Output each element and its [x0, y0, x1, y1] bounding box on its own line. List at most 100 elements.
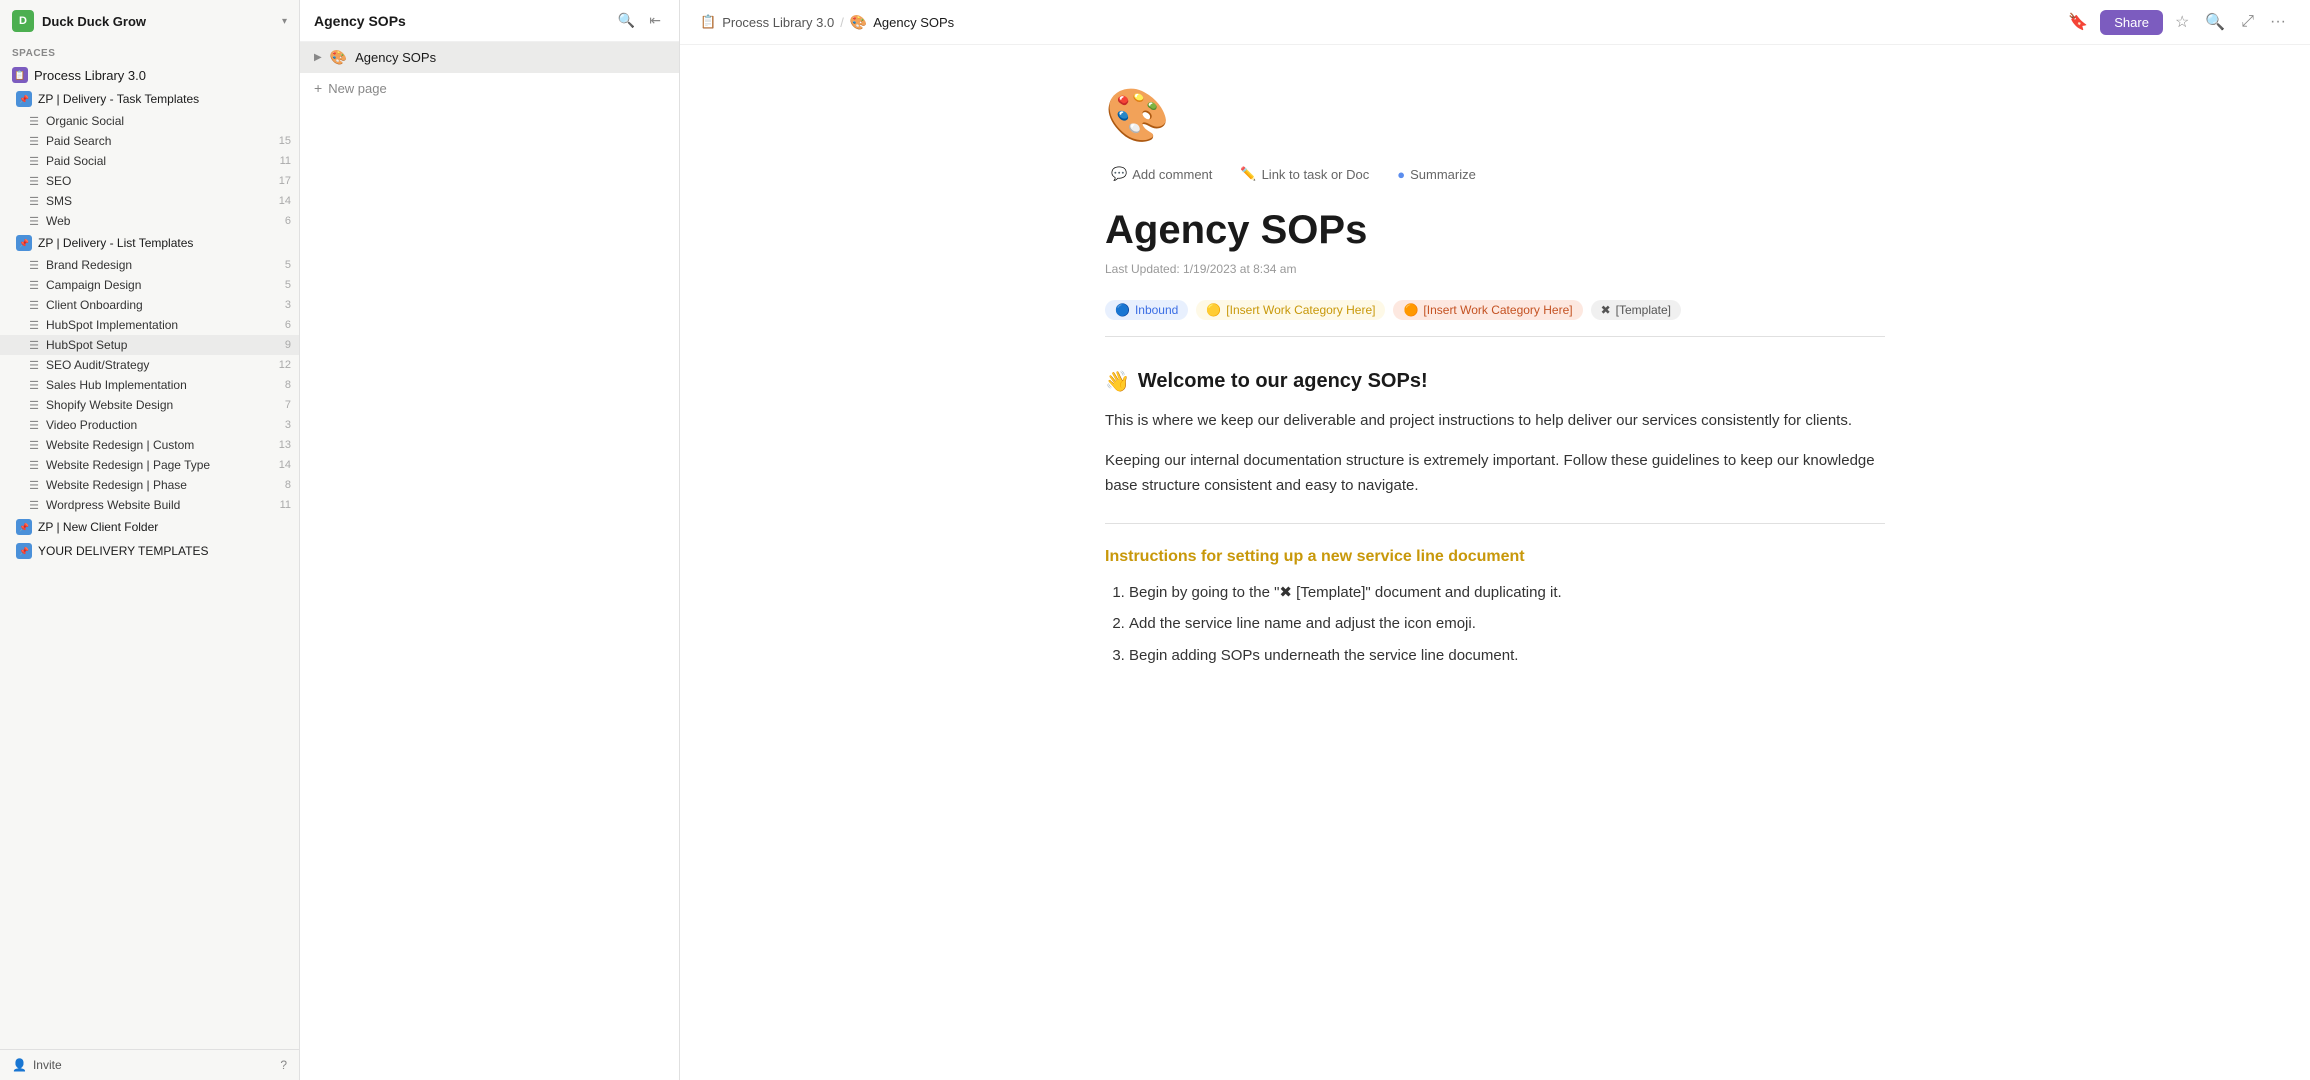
list-item-seo-audit[interactable]: ☰ SEO Audit/Strategy 12 [0, 355, 299, 375]
list-item-website-redesign-page-type[interactable]: ☰ Website Redesign | Page Type 14 [0, 455, 299, 475]
instruction-step-3: Begin adding SOPs underneath the service… [1129, 643, 1885, 669]
new-page-label: New page [328, 81, 387, 96]
tag-label: [Insert Work Category Here] [1423, 303, 1572, 317]
tag-dot-icon: 🔵 [1115, 303, 1130, 317]
share-button[interactable]: Share [2100, 10, 2163, 35]
more-options-icon[interactable]: ··· [2266, 9, 2290, 35]
list-item-sales-hub[interactable]: ☰ Sales Hub Implementation 8 [0, 375, 299, 395]
list-item-brand-redesign[interactable]: ☰ Brand Redesign 5 [0, 255, 299, 275]
workspace-avatar: D [12, 10, 34, 32]
folder-icon: 📌 [16, 519, 32, 535]
paragraph-2: Keeping our internal documentation struc… [1105, 448, 1885, 499]
help-icon[interactable]: ? [280, 1058, 287, 1072]
folder-name: YOUR DELIVERY TEMPLATES [38, 544, 291, 558]
middle-header: Agency SOPs 🔍 ⇤ [300, 0, 679, 42]
list-item-paid-search[interactable]: ☰ Paid Search 15 [0, 131, 299, 151]
middle-header-actions: 🔍 ⇤ [614, 10, 665, 31]
main-content: 📋 Process Library 3.0 / 🎨 Agency SOPs 🔖 … [680, 0, 2310, 1080]
star-icon[interactable]: ☆ [2171, 8, 2193, 36]
list-icon: ☰ [28, 215, 40, 227]
workspace-name: Duck Duck Grow [42, 14, 274, 29]
list-item-website-redesign-phase[interactable]: ☰ Website Redesign | Phase 8 [0, 475, 299, 495]
tag-x-icon: ✖ [1601, 303, 1611, 317]
folder-name: ZP | Delivery - List Templates [38, 236, 291, 250]
tag-inbound[interactable]: 🔵 Inbound [1105, 300, 1188, 320]
list-name: Sales Hub Implementation [46, 378, 279, 392]
list-item-web[interactable]: ☰ Web 6 [0, 211, 299, 231]
list-item-sms[interactable]: ☰ SMS 14 [0, 191, 299, 211]
list-icon: ☰ [28, 299, 40, 311]
collapse-button[interactable]: ⇤ [645, 10, 665, 31]
document-main-emoji: 🎨 [1105, 85, 1885, 146]
list-count: 17 [279, 175, 291, 187]
sidebar-content: 📋 Process Library 3.0 📌 ZP | Delivery - … [0, 63, 299, 1049]
list-name: Client Onboarding [46, 298, 279, 312]
fullscreen-icon[interactable]: ⤢ [2237, 9, 2258, 35]
list-icon: ☰ [28, 359, 40, 371]
folder-name: ZP | Delivery - Task Templates [38, 92, 291, 106]
list-name: Website Redesign | Phase [46, 478, 279, 492]
list-icon: ☰ [28, 339, 40, 351]
list-item-organic-social[interactable]: ☰ Organic Social [0, 111, 299, 131]
search-button[interactable]: 🔍 [614, 10, 639, 31]
chevron-down-icon: ▾ [282, 16, 287, 27]
tag-work-category-1[interactable]: 🟡 [Insert Work Category Here] [1196, 300, 1385, 320]
list-name: HubSpot Setup [46, 338, 279, 352]
breadcrumb-doc-name: Agency SOPs [873, 15, 954, 30]
list-item-campaign-design[interactable]: ☰ Campaign Design 5 [0, 275, 299, 295]
add-comment-button[interactable]: 💬 Add comment [1105, 162, 1218, 186]
list-name: Paid Search [46, 134, 273, 148]
summarize-button[interactable]: ● Summarize [1391, 163, 1482, 186]
list-item-video-production[interactable]: ☰ Video Production 3 [0, 415, 299, 435]
wave-emoji: 👋 [1105, 369, 1130, 394]
list-item-website-redesign-custom[interactable]: ☰ Website Redesign | Custom 13 [0, 435, 299, 455]
list-count: 12 [279, 359, 291, 371]
breadcrumb-doc-emoji: 🎨 [850, 14, 867, 31]
folder-new-client[interactable]: 📌 ZP | New Client Folder [0, 515, 299, 539]
list-icon: ☰ [28, 419, 40, 431]
folder-delivery-templates[interactable]: 📌 YOUR DELIVERY TEMPLATES [0, 539, 299, 563]
tag-label: [Insert Work Category Here] [1226, 303, 1375, 317]
list-name: HubSpot Implementation [46, 318, 279, 332]
list-count: 3 [285, 299, 291, 311]
list-icon: ☰ [28, 135, 40, 147]
folder-delivery-list-templates[interactable]: 📌 ZP | Delivery - List Templates ··· + [0, 231, 299, 255]
plus-icon: + [314, 80, 322, 96]
list-item-seo[interactable]: ☰ SEO 17 [0, 171, 299, 191]
list-item-shopify[interactable]: ☰ Shopify Website Design 7 [0, 395, 299, 415]
doc-item-agency-sops[interactable]: ▶ 🎨 Agency SOPs [300, 42, 679, 73]
person-icon: 👤 [12, 1058, 27, 1072]
link-task-button[interactable]: ✏️ Link to task or Doc [1234, 162, 1375, 186]
workspace-header[interactable]: D Duck Duck Grow ▾ [0, 0, 299, 42]
list-item-hubspot-setup[interactable]: ☰ HubSpot Setup 9 [0, 335, 299, 355]
bookmark-icon[interactable]: 🔖 [2064, 8, 2092, 36]
document-title: Agency SOPs [1105, 206, 1885, 254]
folder-icon: 📌 [16, 91, 32, 107]
search-icon[interactable]: 🔍 [2201, 8, 2229, 36]
doc-divider [1105, 523, 1885, 524]
tag-work-category-2[interactable]: 🟠 [Insert Work Category Here] [1393, 300, 1582, 320]
invite-label[interactable]: Invite [33, 1058, 62, 1072]
list-item-paid-social[interactable]: ☰ Paid Social 11 [0, 151, 299, 171]
list-icon: ☰ [28, 319, 40, 331]
list-icon: ☰ [28, 499, 40, 511]
tag-dot-icon: 🟠 [1403, 303, 1418, 317]
breadcrumb-separator: / [840, 15, 844, 30]
chevron-right-icon: ▶ [314, 52, 322, 63]
space-item-process-library[interactable]: 📋 Process Library 3.0 [0, 63, 299, 87]
list-name: Campaign Design [46, 278, 279, 292]
folder-delivery-task-templates[interactable]: 📌 ZP | Delivery - Task Templates ··· + [0, 87, 299, 111]
sidebar: D Duck Duck Grow ▾ SPACES 📋 Process Libr… [0, 0, 300, 1080]
list-item-client-onboarding[interactable]: ☰ Client Onboarding 3 [0, 295, 299, 315]
list-item-hubspot-implementation[interactable]: ☰ HubSpot Implementation 6 [0, 315, 299, 335]
space-icon: 📋 [12, 67, 28, 83]
list-name: SMS [46, 194, 273, 208]
list-name: SEO Audit/Strategy [46, 358, 273, 372]
breadcrumb-space-link[interactable]: Process Library 3.0 [722, 15, 834, 30]
list-count: 14 [279, 195, 291, 207]
tag-template[interactable]: ✖ [Template] [1591, 300, 1681, 320]
list-count: 9 [285, 339, 291, 351]
doc-emoji-icon: 🎨 [330, 49, 347, 66]
list-item-wordpress[interactable]: ☰ Wordpress Website Build 11 [0, 495, 299, 515]
new-page-row[interactable]: + New page [300, 73, 679, 103]
